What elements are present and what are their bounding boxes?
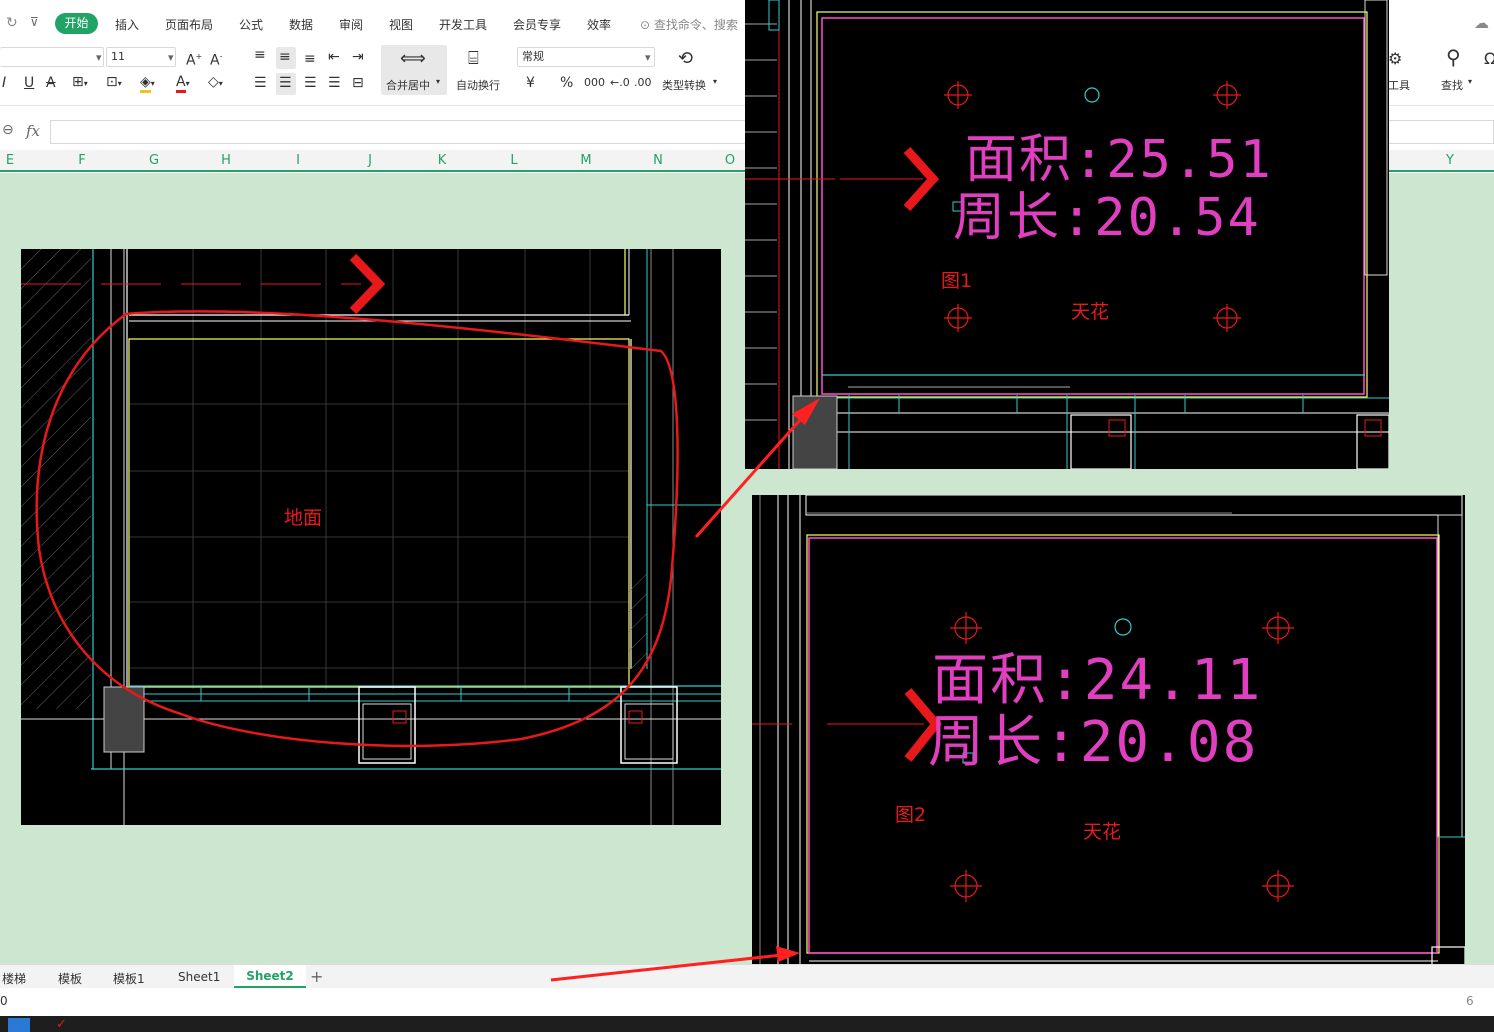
column-header-e[interactable]: E: [0, 153, 20, 168]
increase-decimal-icon[interactable]: ←.0: [610, 76, 630, 89]
menu-tab-developer[interactable]: 开发工具: [439, 16, 487, 33]
taskbar-wps-icon[interactable]: ✓: [56, 1017, 78, 1032]
font-name-chevron-down-icon: ▾: [96, 51, 102, 64]
decrease-indent-icon[interactable]: ⇤: [328, 48, 340, 66]
font-color-icon[interactable]: A▾: [176, 73, 190, 93]
thousands-separator-button[interactable]: 000: [584, 76, 605, 89]
redo-icon[interactable]: ↻: [6, 15, 18, 31]
wrap-text-button[interactable]: 自动换行: [456, 77, 500, 93]
wrap-text-icon[interactable]: ⌸: [468, 50, 479, 68]
column-header-j[interactable]: J: [360, 153, 380, 168]
column-header-n[interactable]: N: [648, 153, 668, 168]
add-sheet-icon[interactable]: +: [310, 967, 323, 986]
align-middle-icon[interactable]: ≡: [279, 48, 291, 66]
currency-button[interactable]: ¥: [526, 74, 535, 92]
find-button[interactable]: 查找: [1441, 77, 1463, 93]
sheet-tab-stairs[interactable]: 楼梯: [2, 970, 26, 987]
clear-format-icon[interactable]: ◇▾: [208, 73, 223, 93]
align-bottom-icon[interactable]: ≡: [304, 50, 316, 68]
floor-plan-image[interactable]: 地面: [21, 249, 721, 825]
sheet-tab-sheet2[interactable]: Sheet2: [234, 965, 306, 988]
column-header-h[interactable]: H: [216, 153, 236, 168]
sheet-tab-sheet1[interactable]: Sheet1: [178, 970, 220, 984]
menu-tab-data[interactable]: 数据: [289, 16, 313, 33]
menu-tab-review[interactable]: 审阅: [339, 16, 363, 33]
ceiling-plan-image-2[interactable]: 面积:24.11 周长:20.08 图2 天花: [752, 495, 1465, 1032]
ceiling-1-perimeter: 周长:20.54: [953, 188, 1261, 248]
column-header-l[interactable]: L: [504, 153, 524, 168]
column-header-f[interactable]: F: [72, 153, 92, 168]
command-search-placeholder: 查找命令、搜索: [653, 18, 738, 32]
align-top-icon[interactable]: ≡: [254, 46, 266, 64]
find-chevron-down-icon: ▾: [1468, 77, 1473, 86]
floor-plan-drawing: [21, 249, 721, 825]
search-icon: ⊙: [640, 18, 651, 32]
taskbar-app-icon[interactable]: [8, 1018, 30, 1032]
status-left-value: 0: [0, 994, 8, 1008]
merge-chevron-down-icon: ▾: [436, 77, 441, 86]
menu-tab-page-layout[interactable]: 页面布局: [165, 16, 213, 33]
column-header-i[interactable]: I: [288, 153, 308, 168]
decrease-decimal-icon[interactable]: .00: [634, 76, 652, 89]
align-left-icon[interactable]: ☰: [254, 74, 267, 92]
floor-label: 地面: [284, 507, 323, 529]
ceiling-2-perimeter: 周长:20.08: [928, 710, 1259, 775]
strikethrough-icon[interactable]: A: [46, 74, 56, 92]
cell-style-icon[interactable]: ⊡▾: [106, 73, 122, 93]
ceiling-1-label: 天花: [1071, 301, 1110, 323]
type-convert-chevron-down-icon: ▾: [713, 77, 718, 86]
underline-icon[interactable]: U: [24, 74, 34, 92]
sheet-tab-template[interactable]: 模板: [58, 970, 82, 987]
sheet-tab-bar: 楼梯 模板 模板1 Sheet1 Sheet2 +: [0, 964, 1494, 988]
ceiling-2-figure-label: 图2: [895, 804, 927, 826]
column-header-g[interactable]: G: [144, 153, 164, 168]
justify-icon[interactable]: ☰: [328, 74, 341, 92]
menu-tab-member[interactable]: 会员专享: [513, 16, 561, 33]
fx-label[interactable]: fx: [26, 122, 40, 140]
zoom-lookup-icon[interactable]: ⊖: [2, 122, 14, 138]
font-name-select[interactable]: [0, 47, 104, 67]
quick-access-dropdown-icon[interactable]: ⊽: [30, 15, 39, 29]
font-size-select[interactable]: 11: [106, 47, 176, 67]
number-format-select[interactable]: 常规: [517, 47, 655, 67]
tools-button[interactable]: 工具: [1388, 77, 1410, 93]
merge-center-label: 合并居中: [386, 79, 430, 92]
column-header-o[interactable]: O: [720, 153, 740, 168]
decrease-font-icon[interactable]: A-: [210, 48, 222, 70]
tools-icon[interactable]: ⚙: [1388, 50, 1402, 68]
menu-tab-home[interactable]: 开始: [55, 13, 98, 34]
column-header-m[interactable]: M: [576, 153, 596, 168]
ceiling-1-figure-label: 图1: [941, 270, 973, 292]
find-icon[interactable]: ⚲: [1446, 47, 1461, 67]
column-header-y[interactable]: Y: [1440, 153, 1460, 168]
menu-tab-formulas[interactable]: 公式: [239, 16, 263, 33]
status-right-value: 6: [1466, 994, 1474, 1008]
increase-font-icon[interactable]: A+: [186, 48, 202, 70]
sheet-tab-template1[interactable]: 模板1: [113, 970, 145, 987]
status-bar: 0 6: [0, 988, 1494, 1016]
percent-button[interactable]: %: [560, 74, 573, 92]
border-icon[interactable]: ⊞▾: [72, 73, 88, 93]
fill-color-icon[interactable]: ◈▾: [140, 73, 155, 93]
menu-tab-view[interactable]: 视图: [389, 16, 413, 33]
merge-cells-icon: ⟺: [400, 48, 426, 69]
command-search[interactable]: ⊙ 查找命令、搜索: [640, 16, 738, 33]
menu-tab-insert[interactable]: 插入: [115, 16, 139, 33]
ceiling-2-label: 天花: [1083, 821, 1122, 843]
type-convert-icon[interactable]: ⟲: [678, 50, 693, 68]
distributed-align-icon[interactable]: ⊟: [352, 74, 364, 92]
italic-icon[interactable]: I: [2, 74, 6, 92]
number-format-chevron-down-icon: ▾: [645, 51, 651, 64]
increase-indent-icon[interactable]: ⇥: [352, 48, 364, 66]
menu-tab-efficiency[interactable]: 效率: [587, 16, 611, 33]
symbol-icon[interactable]: Ω: [1484, 50, 1494, 68]
align-center-icon[interactable]: ☰: [279, 74, 292, 92]
column-header-k[interactable]: K: [432, 153, 452, 168]
taskbar: ✓: [0, 1016, 1494, 1032]
font-size-chevron-down-icon: ▾: [168, 51, 174, 64]
cloud-sync-icon[interactable]: ☁: [1474, 14, 1489, 32]
type-convert-button[interactable]: 类型转换: [662, 77, 706, 93]
align-right-icon[interactable]: ☰: [304, 74, 317, 92]
ceiling-plan-image-1[interactable]: 面积:25.51 周长:20.54 图1 天花: [745, 0, 1389, 469]
